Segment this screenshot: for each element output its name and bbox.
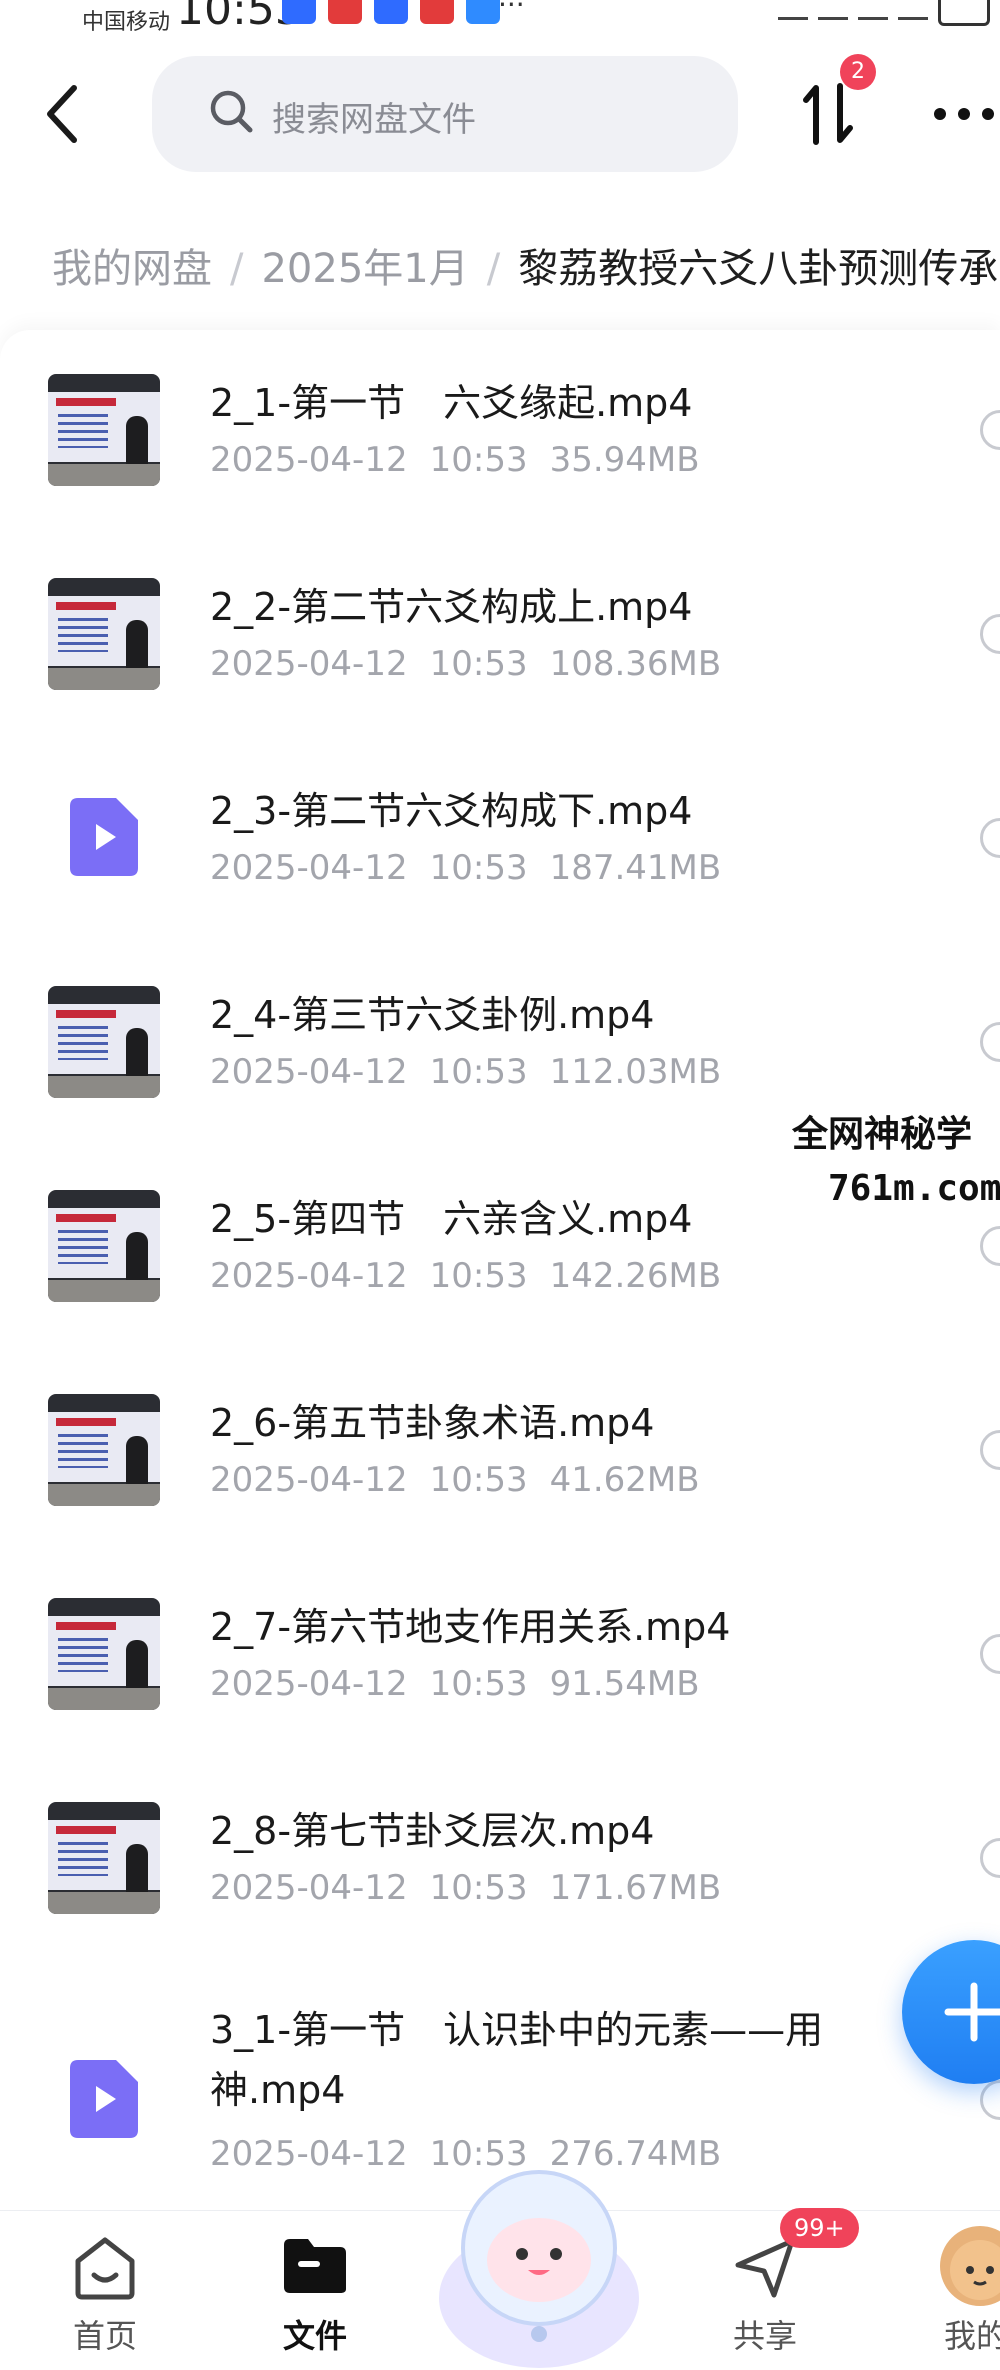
share-count-badge: 99+ [780, 2208, 859, 2248]
avatar[interactable] [940, 2226, 1000, 2306]
select-checkbox[interactable] [980, 1430, 1000, 1470]
file-meta: 2025-04-12 10:53 171.67MB [210, 1868, 722, 1908]
signal-icon [858, 0, 888, 20]
file-meta: 2025-04-12 10:53 91.54MB [210, 1664, 700, 1704]
select-checkbox[interactable] [980, 1022, 1000, 1062]
video-thumbnail [48, 1802, 160, 1914]
back-icon[interactable] [38, 82, 94, 146]
video-thumbnail [48, 1394, 160, 1506]
app-notification-icon [282, 0, 316, 24]
plus-icon [944, 1982, 1000, 2042]
select-checkbox[interactable] [980, 2080, 1000, 2120]
file-row[interactable]: 2_2-第二节六爻构成上.mp4 2025-04-12 10:53 108.36MB [0, 534, 1000, 738]
file-name: 2_4-第三节六爻卦例.mp4 [210, 993, 655, 1037]
file-name: 2_5-第四节 六亲含义.mp4 [210, 1197, 693, 1241]
app-notification-icon [420, 0, 454, 24]
file-meta: 2025-04-12 10:53 41.62MB [210, 1460, 700, 1500]
file-meta: 2025-04-12 10:53 108.36MB [210, 644, 722, 684]
file-name: 2_2-第二节六爻构成上.mp4 [210, 585, 693, 629]
breadcrumb-separator: / [486, 246, 501, 292]
wifi-icon [818, 0, 848, 20]
file-row[interactable]: 2_1-第一节 六爻缘起.mp4 2025-04-12 10:53 35.94MB [0, 330, 1000, 534]
file-row[interactable]: 2_3-第二节六爻构成下.mp4 2025-04-12 10:53 187.41MB [0, 738, 1000, 942]
file-name: 2_1-第一节 六爻缘起.mp4 [210, 381, 693, 425]
select-checkbox[interactable] [980, 410, 1000, 450]
nav-home[interactable]: 首页 [40, 2211, 170, 2370]
file-name: 2_3-第二节六爻构成下.mp4 [210, 789, 693, 833]
file-name: 3_1-第一节 认识卦中的元素——用神.mp4 [210, 2008, 824, 2112]
breadcrumb-separator: / [230, 246, 244, 292]
nav-mine-label: 我的 [944, 2317, 1000, 2355]
file-name: 2_8-第七节卦爻层次.mp4 [210, 1809, 655, 1853]
file-meta: 2025-04-12 10:53 142.26MB [210, 1256, 722, 1296]
video-file-icon [70, 2060, 138, 2138]
file-row[interactable]: 2_7-第六节地支作用关系.mp4 2025-04-12 10:53 91.54MB [0, 1554, 1000, 1758]
more-notifications-icon: ··· [498, 0, 525, 21]
breadcrumb-current: 黎荔教授六爻八卦预测传承 [518, 246, 999, 292]
watermark: 全网神秘学 761m.com [788, 1108, 1000, 1216]
nav-share-label: 共享 [732, 2317, 797, 2355]
select-checkbox[interactable] [980, 818, 1000, 858]
battery-icon [938, 0, 990, 26]
video-file-icon [70, 798, 138, 876]
nav-files[interactable]: 文件 [250, 2211, 380, 2370]
bluetooth-icon [778, 0, 808, 20]
watermark-line2: 761m.com [828, 1168, 1000, 1209]
carrier-label: 中国移动 [82, 10, 171, 35]
search-placeholder: 搜索网盘文件 [272, 100, 476, 140]
status-indicators [778, 0, 990, 26]
home-icon [75, 2237, 135, 2300]
paper-plane-icon [735, 2238, 795, 2298]
video-thumbnail [48, 1598, 160, 1710]
breadcrumb-root[interactable]: 我的网盘 [52, 246, 212, 292]
more-options-icon[interactable] [932, 102, 1000, 126]
file-name: 2_6-第五节卦象术语.mp4 [210, 1401, 655, 1445]
video-thumbnail [48, 578, 160, 690]
breadcrumb: 我的网盘 / 2025年1月 / 黎荔教授六爻八卦预测传承 [52, 236, 998, 294]
watermark-line1: 全网神秘学 [792, 1114, 973, 1155]
nav-home-label: 首页 [72, 2317, 137, 2355]
file-row[interactable]: 2_8-第七节卦爻层次.mp4 2025-04-12 10:53 171.67MB [0, 1758, 1000, 1962]
file-meta: 2025-04-12 10:53 112.03MB [210, 1052, 722, 1092]
folder-icon [284, 2239, 346, 2293]
video-thumbnail [48, 1190, 160, 1302]
video-thumbnail [48, 986, 160, 1098]
search-input[interactable]: 搜索网盘文件 [152, 56, 738, 172]
signal-icon [898, 0, 928, 20]
select-checkbox[interactable] [980, 1634, 1000, 1674]
status-app-icons [282, 0, 500, 24]
status-bar: 中国移动 10:53 ··· [0, 0, 1000, 40]
video-thumbnail [48, 374, 160, 486]
file-row[interactable]: 2_6-第五节卦象术语.mp4 2025-04-12 10:53 41.62MB [0, 1350, 1000, 1554]
app-notification-icon [328, 0, 362, 24]
search-icon [208, 88, 256, 136]
breadcrumb-folder[interactable]: 2025年1月 [261, 246, 468, 292]
file-name: 2_7-第六节地支作用关系.mp4 [210, 1605, 731, 1649]
app-notification-icon [466, 0, 500, 24]
file-meta: 2025-04-12 10:53 187.41MB [210, 848, 722, 888]
select-checkbox[interactable] [980, 1226, 1000, 1266]
file-meta: 2025-04-12 10:53 35.94MB [210, 440, 700, 480]
mascot-assistant-icon[interactable] [428, 2148, 650, 2370]
select-checkbox[interactable] [980, 1838, 1000, 1878]
select-checkbox[interactable] [980, 614, 1000, 654]
app-notification-icon [374, 0, 408, 24]
file-list: 2_1-第一节 六爻缘起.mp4 2025-04-12 10:53 35.94MB … [0, 330, 1000, 2210]
transfer-icon[interactable] [800, 82, 856, 146]
transfer-count-badge: 2 [840, 54, 876, 90]
nav-files-label: 文件 [282, 2317, 347, 2355]
